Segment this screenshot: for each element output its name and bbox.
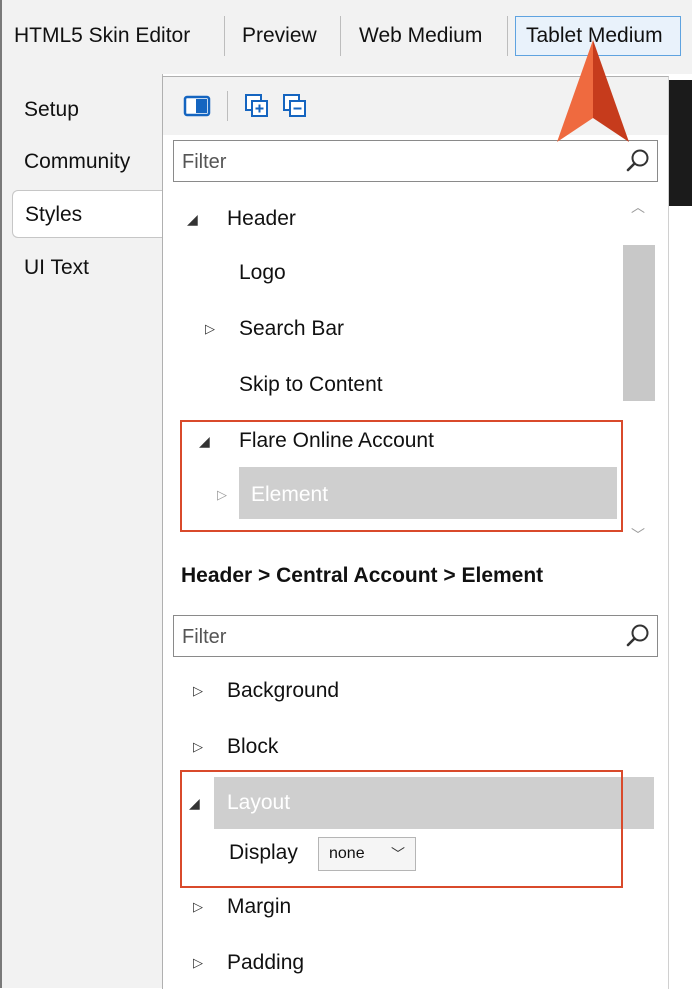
expanded-arrow-icon[interactable]: ◢ <box>187 199 198 239</box>
search-icon[interactable] <box>625 623 651 649</box>
collapsed-arrow-icon[interactable]: ▷ <box>193 943 203 983</box>
properties-filter-box <box>173 615 658 658</box>
tree-filter-input[interactable] <box>174 141 624 183</box>
tab-html5-skin-editor[interactable]: HTML5 Skin Editor <box>14 14 190 58</box>
tree-item-label: Search Bar <box>239 317 345 340</box>
layout-toggle-icon[interactable] <box>183 92 211 120</box>
tab-separator <box>507 16 508 56</box>
tree-item-logo[interactable]: Logo <box>239 253 286 293</box>
properties-list: ▷ Background ▷ Block ◢ Layout Display no… <box>173 671 658 989</box>
scroll-up-icon[interactable]: ︿ <box>631 197 645 217</box>
properties-filter-input[interactable] <box>174 616 624 658</box>
expand-all-icon[interactable] <box>243 92 271 120</box>
tree-item-skip-to-content[interactable]: Skip to Content <box>239 365 383 405</box>
tab-preview[interactable]: Preview <box>242 14 317 58</box>
highlight-box-properties <box>180 770 623 888</box>
tab-separator <box>224 16 225 56</box>
side-tab-ui-text[interactable]: UI Text <box>12 244 162 292</box>
scroll-down-icon[interactable]: ﹀ <box>631 525 645 545</box>
collapsed-arrow-icon[interactable]: ▷ <box>205 309 215 349</box>
tree-filter-box <box>173 140 658 183</box>
tree-item-label: Logo <box>239 261 286 284</box>
tab-web-medium[interactable]: Web Medium <box>359 14 482 58</box>
property-group-label: Block <box>227 735 279 758</box>
collapse-all-icon[interactable] <box>281 92 309 120</box>
tree-item-label: Header <box>227 207 296 230</box>
highlight-box-tree <box>180 420 623 532</box>
tree-scrollbar-thumb[interactable] <box>623 245 655 401</box>
side-tab-community[interactable]: Community <box>12 138 162 186</box>
tab-separator <box>340 16 341 56</box>
collapsed-arrow-icon[interactable]: ▷ <box>193 671 203 711</box>
collapsed-arrow-icon[interactable]: ▷ <box>193 727 203 767</box>
skin-editor-window: HTML5 Skin Editor Preview Web Medium Tab… <box>0 0 692 989</box>
toolbar-separator <box>227 91 228 121</box>
tree-item-label: Skip to Content <box>239 373 383 396</box>
annotation-pointer-icon <box>557 40 629 142</box>
styles-panel: ︿ ﹀ ◢ Header Logo ▷ Search Bar Skip to C… <box>162 76 669 989</box>
search-icon[interactable] <box>625 148 651 174</box>
property-group-label: Background <box>227 679 340 702</box>
property-group-label: Margin <box>227 895 292 918</box>
style-breadcrumb: Header > Central Account > Element <box>181 564 544 587</box>
side-tab-setup[interactable]: Setup <box>12 86 162 134</box>
side-tab-styles[interactable]: Styles <box>12 190 162 238</box>
collapsed-arrow-icon[interactable]: ▷ <box>193 887 203 927</box>
property-group-label: Padding <box>227 951 305 974</box>
side-tab-column: Setup Community Styles UI Text <box>2 74 163 988</box>
preview-area-edge <box>669 80 692 206</box>
